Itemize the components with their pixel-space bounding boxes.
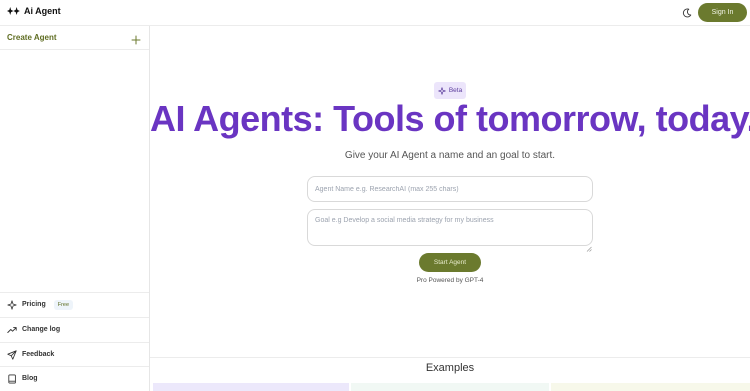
book-icon: [7, 373, 17, 384]
agent-name-input[interactable]: [307, 176, 593, 202]
brand-link[interactable]: Ai Agent: [7, 6, 61, 16]
agent-goal-input[interactable]: [307, 209, 593, 246]
plus-icon: [131, 32, 141, 45]
examples-section: Examples: [150, 357, 750, 391]
example-card[interactable]: [153, 383, 349, 391]
sidebar-item-label: Blog: [22, 375, 38, 382]
sign-in-button[interactable]: Sign In: [698, 3, 747, 22]
examples-heading: Examples: [425, 362, 475, 374]
hero-title: AI Agents: Tools of tomorrow, today.: [150, 98, 750, 139]
hero-subtitle: Give your AI Agent a name and an goal to…: [344, 150, 556, 161]
start-agent-button[interactable]: Start Agent: [419, 253, 481, 272]
sidebar-item-label: Feedback: [22, 351, 55, 358]
create-agent-button[interactable]: Create Agent: [0, 26, 149, 50]
trend-up-icon: [7, 325, 17, 335]
sparkle-pair-icon: [7, 7, 20, 15]
send-icon: [7, 349, 17, 360]
sidebar: Create Agent Pricing Free Change log Fee…: [0, 26, 150, 391]
top-bar: Ai Agent Sign In: [0, 0, 750, 26]
example-card[interactable]: [551, 383, 750, 391]
sparkle-icon: [438, 86, 446, 95]
sidebar-item-blog[interactable]: Blog: [0, 366, 149, 390]
beta-badge: Beta: [434, 82, 466, 99]
theme-toggle-button[interactable]: [680, 6, 694, 20]
moon-icon: [682, 8, 692, 18]
powered-by-text: Pro Powered by GPT-4: [416, 277, 484, 284]
beta-label: Beta: [448, 87, 463, 94]
free-badge: Free: [53, 299, 74, 310]
sidebar-item-pricing[interactable]: Pricing Free: [0, 292, 149, 316]
example-card[interactable]: [351, 383, 549, 391]
sidebar-item-label: Pricing: [22, 301, 46, 308]
brand-name: Ai Agent: [24, 6, 61, 16]
main-content: Beta AI Agents: Tools of tomorrow, today…: [150, 26, 750, 357]
create-agent-label: Create Agent: [7, 33, 57, 42]
sidebar-item-feedback[interactable]: Feedback: [0, 342, 149, 366]
resize-grip-icon[interactable]: [586, 239, 592, 252]
sidebar-item-label: Change log: [22, 326, 61, 333]
sparkle-icon: [7, 299, 17, 310]
sidebar-item-change-log[interactable]: Change log: [0, 317, 149, 341]
